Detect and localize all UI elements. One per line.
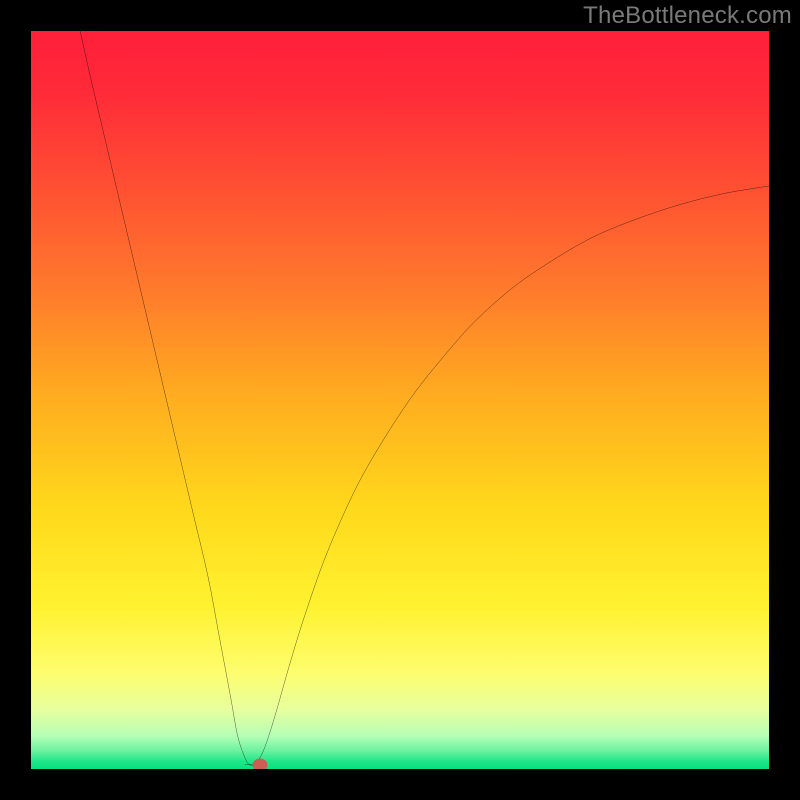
minimum-marker: [252, 758, 267, 769]
plot-area: [31, 31, 769, 769]
bottleneck-curve: [75, 31, 769, 766]
chart-frame: TheBottleneck.com: [0, 0, 800, 800]
curve-svg: [31, 31, 769, 769]
watermark-text: TheBottleneck.com: [583, 2, 792, 30]
